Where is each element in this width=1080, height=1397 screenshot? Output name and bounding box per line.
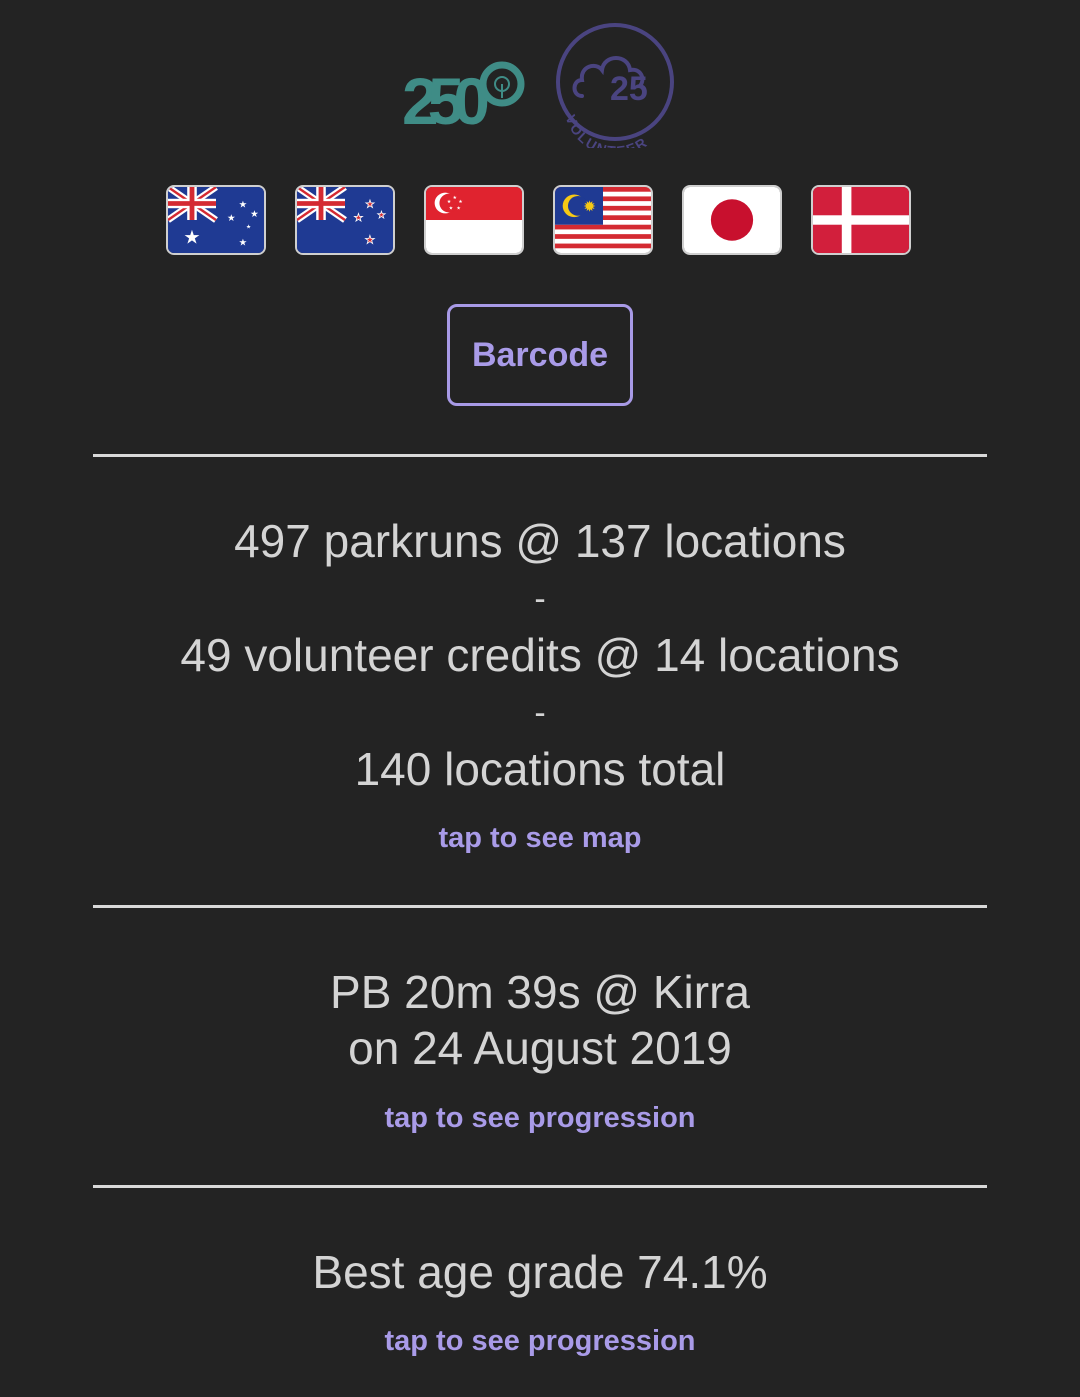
parkrun-profile-page: 250 25 VOLUNTEER	[0, 0, 1080, 1397]
denmark-flag-icon	[811, 185, 911, 255]
svg-text:★: ★	[183, 227, 200, 249]
svg-text:★: ★	[365, 199, 374, 211]
separator: -	[534, 580, 546, 618]
svg-text:★: ★	[246, 224, 251, 231]
svg-text:★: ★	[449, 206, 453, 212]
svg-text:★: ★	[453, 195, 457, 201]
svg-text:★: ★	[239, 200, 248, 211]
volunteer-badge-label: VOLUNTEER	[563, 112, 649, 159]
australia-flag-icon: ★ ★ ★ ★ ★ ★	[166, 185, 266, 255]
country-flags: ★ ★ ★ ★ ★ ★ ★ ★ ★ ★ ★ ★ ★ ★ ★ ✹	[166, 185, 914, 257]
svg-text:★: ★	[239, 238, 248, 249]
volunteer-badge-number: 25	[610, 70, 648, 108]
volunteer-credits-count: 49 volunteer credits @ 14 locations	[180, 629, 900, 681]
locations-total: 140 locations total	[354, 743, 726, 795]
pb-progression-link[interactable]: tap to see progression	[0, 1104, 1080, 1133]
svg-text:★: ★	[354, 212, 363, 224]
parkruns-count: 497 parkruns @ 137 locations	[234, 515, 846, 567]
divider	[93, 454, 987, 457]
malaysia-flag-icon: ✹	[553, 185, 653, 255]
svg-text:★: ★	[227, 213, 236, 224]
svg-text:★: ★	[447, 199, 451, 205]
divider	[93, 1185, 987, 1188]
barcode-button[interactable]: Barcode	[447, 304, 633, 406]
svg-text:VOLUNTEER: VOLUNTEER	[563, 112, 651, 148]
singapore-flag-icon: ★ ★ ★ ★ ★	[424, 185, 524, 255]
svg-text:★: ★	[377, 210, 386, 221]
svg-text:★: ★	[250, 209, 259, 220]
pb-time: PB 20m 39s @ Kirra	[330, 966, 750, 1018]
svg-text:✹: ✹	[583, 198, 596, 216]
tree-icon	[479, 61, 525, 107]
pb-date: on 24 August 2019	[348, 1022, 732, 1074]
best-age-grade: Best age grade 74.1%	[312, 1246, 768, 1298]
runs-badge-number: 250	[402, 64, 487, 136]
svg-text:★: ★	[458, 199, 462, 205]
new-zealand-flag-icon: ★ ★ ★ ★	[295, 185, 395, 255]
separator: -	[534, 694, 546, 732]
milestone-badges: 250 25 VOLUNTEER	[0, 18, 1080, 159]
volunteer-25-badge: 25 VOLUNTEER	[550, 18, 680, 159]
svg-text:★: ★	[456, 206, 460, 212]
runs-250-badge: 250	[400, 46, 530, 138]
svg-text:★: ★	[365, 233, 375, 247]
divider	[93, 905, 987, 908]
japan-flag-icon	[682, 185, 782, 255]
see-map-link[interactable]: tap to see map	[0, 824, 1080, 853]
age-grade-progression-link[interactable]: tap to see progression	[0, 1327, 1080, 1356]
